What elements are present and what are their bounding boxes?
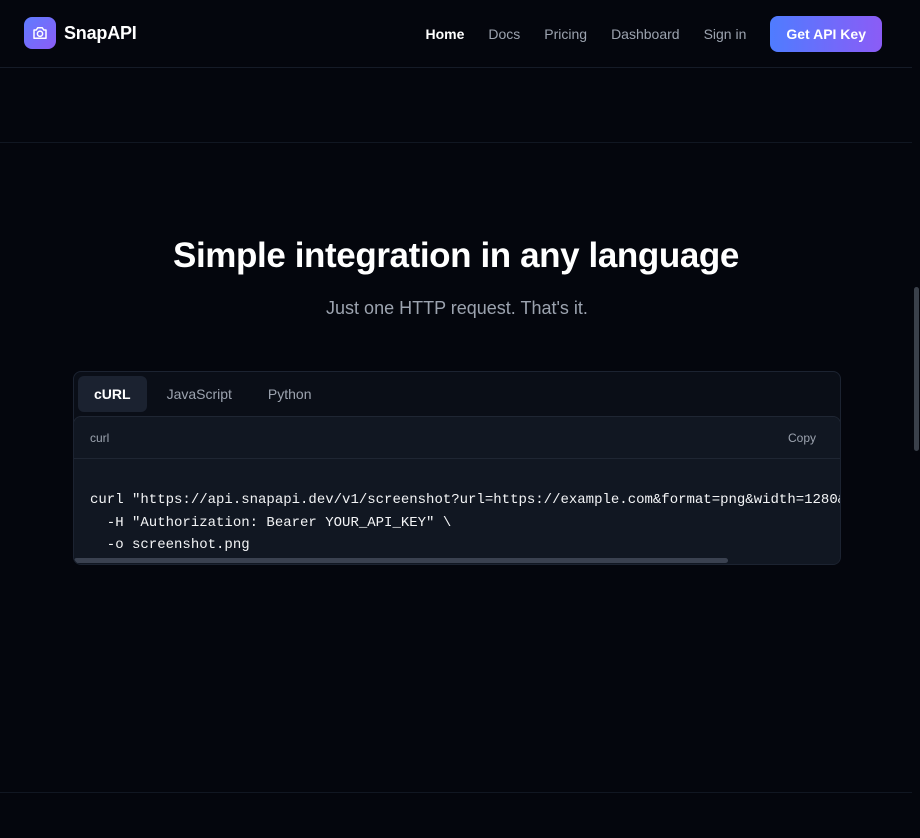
nav-dashboard-link[interactable]: Dashboard bbox=[611, 26, 680, 42]
code-header: curl Copy bbox=[74, 417, 840, 459]
page-scrollbar-track[interactable] bbox=[912, 0, 920, 838]
brand-logo bbox=[24, 17, 56, 49]
section-title: Simple integration in any language bbox=[0, 236, 912, 276]
tab-javascript[interactable]: JavaScript bbox=[151, 376, 248, 412]
get-api-key-button[interactable]: Get API Key bbox=[770, 16, 882, 52]
copy-code-button[interactable]: Copy bbox=[788, 429, 816, 447]
tab-curl[interactable]: cURL bbox=[78, 376, 147, 412]
code-panel: curl Copy curl "https://api.snapapi.dev/… bbox=[73, 416, 841, 565]
main-nav: Home Docs Pricing Dashboard Sign in Get … bbox=[425, 16, 882, 52]
nav-home-link[interactable]: Home bbox=[425, 26, 464, 42]
brand-name: SnapAPI bbox=[64, 23, 137, 44]
section-divider bbox=[0, 142, 912, 143]
code-language-label: curl bbox=[90, 431, 109, 445]
code-example-card: cURL JavaScript Python curl Copy curl "h… bbox=[73, 371, 841, 565]
code-line-2: -H "Authorization: Bearer YOUR_API_KEY" … bbox=[90, 512, 840, 535]
top-navigation: SnapAPI Home Docs Pricing Dashboard Sign… bbox=[0, 0, 912, 68]
language-tabs: cURL JavaScript Python bbox=[78, 376, 328, 412]
code-block: curl "https://api.snapapi.dev/v1/screens… bbox=[90, 489, 840, 557]
nav-pricing-link[interactable]: Pricing bbox=[544, 26, 587, 42]
code-line-1: curl "https://api.snapapi.dev/v1/screens… bbox=[90, 489, 840, 512]
code-line-3: -o screenshot.png bbox=[90, 534, 840, 557]
brand-home-link[interactable]: SnapAPI bbox=[24, 17, 137, 49]
page: SnapAPI Home Docs Pricing Dashboard Sign… bbox=[0, 0, 920, 838]
camera-icon bbox=[31, 24, 49, 42]
code-horizontal-scrollbar[interactable] bbox=[74, 558, 728, 563]
nav-docs-link[interactable]: Docs bbox=[488, 26, 520, 42]
bottom-section-divider bbox=[0, 792, 912, 793]
tab-python[interactable]: Python bbox=[252, 376, 328, 412]
section-subtitle: Just one HTTP request. That's it. bbox=[0, 298, 914, 319]
page-scrollbar-thumb[interactable] bbox=[914, 287, 919, 451]
nav-sign-in-link[interactable]: Sign in bbox=[704, 26, 747, 42]
